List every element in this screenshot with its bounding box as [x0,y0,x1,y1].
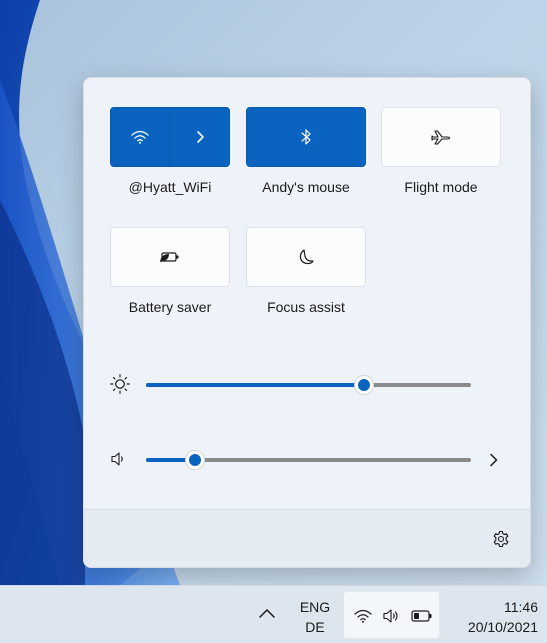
bluetooth-tile[interactable] [246,107,366,167]
wifi-networks-button[interactable] [170,108,229,166]
speaker-icon [111,452,123,466]
volume-slider-thumb[interactable] [184,450,205,470]
clock[interactable]: 11:46 20/10/2021 [446,597,538,637]
flight-mode-tile[interactable] [381,107,501,167]
quick-settings-panel: @Hyatt_WiFi Andy's mouse Flight mode Bat… [83,77,531,568]
audio-output-chevron-icon[interactable] [488,452,500,468]
language-indicator[interactable]: ENG DE [296,597,334,637]
wifi-tile-label: @Hyatt_WiFi [128,179,212,195]
bluetooth-tile-label: Andy's mouse [262,179,350,195]
moon-icon [299,249,314,265]
brightness-slider-fill [146,383,364,387]
battery-saver-tile-label: Battery saver [128,299,212,315]
focus-assist-tile-label: Focus assist [267,299,345,315]
battery-saver-tile[interactable] [110,227,230,287]
taskbar: ENG DE 11:46 20/10/2021 [0,585,547,643]
brightness-slider-thumb[interactable] [353,375,374,395]
clock-date: 20/10/2021 [467,619,538,635]
gear-icon[interactable] [492,530,510,548]
wifi-icon [131,130,149,144]
wifi-tile[interactable] [110,107,230,167]
flight-mode-tile-label: Flight mode [404,179,478,195]
clock-time: 11:46 [504,599,538,615]
focus-assist-tile[interactable] [246,227,366,287]
language-code: ENG [299,599,331,615]
airplane-icon [431,130,451,145]
wifi-icon [354,609,372,623]
battery-icon [411,610,432,622]
brightness-slider[interactable] [146,383,471,387]
system-tray-group[interactable] [343,591,440,639]
chevron-up-icon[interactable] [258,607,276,619]
bluetooth-icon [301,129,311,145]
speaker-icon [383,609,398,623]
brightness-icon [110,374,130,394]
keyboard-layout-code: DE [305,619,325,635]
quick-settings-footer [84,509,530,567]
chevron-right-icon [196,131,204,143]
wifi-toggle[interactable] [111,108,170,166]
battery-saver-icon [160,252,179,262]
